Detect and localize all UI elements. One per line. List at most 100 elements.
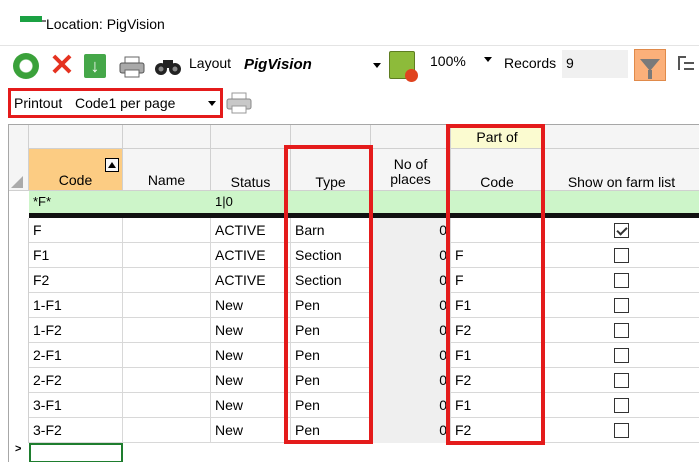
cell-status[interactable]: New <box>211 293 291 318</box>
cell-status[interactable]: New <box>211 368 291 393</box>
table-row[interactable]: 2-F1 New Pen 0 F1 <box>9 343 699 368</box>
row-selector[interactable] <box>9 218 29 243</box>
table-row[interactable]: 1-F1 New Pen 0 F1 <box>9 293 699 318</box>
row-selector[interactable] <box>9 418 29 443</box>
cell-status[interactable]: ACTIVE <box>211 268 291 293</box>
cell-code[interactable]: 2-F2 <box>29 368 123 393</box>
cell-places[interactable]: 0 <box>371 218 451 243</box>
cell-places[interactable]: 0 <box>371 268 451 293</box>
cell-partof[interactable]: F <box>451 268 544 293</box>
cell-partof[interactable]: F <box>451 243 544 268</box>
column-header-code[interactable]: Code <box>29 125 123 191</box>
row-selector[interactable] <box>9 343 29 368</box>
cell-name[interactable] <box>123 218 211 243</box>
cell-status[interactable]: New <box>211 418 291 443</box>
table-row[interactable]: 3-F2 New Pen 0 F2 <box>9 418 699 443</box>
farm-list-checkbox[interactable] <box>614 223 629 238</box>
cell-partof[interactable]: F2 <box>451 318 544 343</box>
cell-code[interactable]: 1-F2 <box>29 318 123 343</box>
cell-code[interactable]: 3-F1 <box>29 393 123 418</box>
farm-list-checkbox[interactable] <box>614 248 629 263</box>
cell-places[interactable]: 0 <box>371 243 451 268</box>
cell-name[interactable] <box>123 318 211 343</box>
cell-type[interactable]: Pen <box>291 318 371 343</box>
cell-partof[interactable] <box>451 218 544 243</box>
filter-button[interactable] <box>634 49 666 81</box>
farm-list-checkbox[interactable] <box>614 298 629 313</box>
column-header-status[interactable]: Status <box>211 125 291 191</box>
cell-status[interactable]: ACTIVE <box>211 218 291 243</box>
column-header-name[interactable]: Name <box>123 125 211 191</box>
cell-type[interactable]: Barn <box>291 218 371 243</box>
farm-list-checkbox[interactable] <box>614 423 629 438</box>
cell-name[interactable] <box>123 243 211 268</box>
print-icon[interactable] <box>118 56 146 78</box>
filter-cell-code[interactable]: *F* <box>29 191 123 213</box>
cell-places[interactable]: 0 <box>371 368 451 393</box>
cell-code[interactable]: 1-F1 <box>29 293 123 318</box>
print-icon[interactable] <box>226 92 252 114</box>
column-header-farm-list[interactable]: Show on farm list <box>544 125 699 191</box>
row-selector[interactable] <box>9 293 29 318</box>
cell-code[interactable]: 3-F2 <box>29 418 123 443</box>
cell-places[interactable]: 0 <box>371 343 451 368</box>
row-selector[interactable] <box>9 368 29 393</box>
cell-places[interactable]: 0 <box>371 393 451 418</box>
cell-status[interactable]: ACTIVE <box>211 243 291 268</box>
column-header-places[interactable]: No of places <box>371 125 451 191</box>
cell-partof[interactable]: F2 <box>451 368 544 393</box>
column-header-partof-code[interactable]: Part of Code <box>451 125 544 191</box>
cell-type[interactable]: Section <box>291 243 371 268</box>
filter-cell-status[interactable]: 1|0 <box>211 191 291 213</box>
cell-name[interactable] <box>123 368 211 393</box>
cell-type[interactable]: Pen <box>291 393 371 418</box>
new-row-input[interactable] <box>29 443 123 462</box>
cell-type[interactable]: Pen <box>291 293 371 318</box>
cell-partof[interactable]: F1 <box>451 343 544 368</box>
cell-name[interactable] <box>123 268 211 293</box>
row-selector[interactable] <box>9 318 29 343</box>
farm-list-checkbox[interactable] <box>614 348 629 363</box>
cell-code[interactable]: 2-F1 <box>29 343 123 368</box>
binoculars-icon[interactable] <box>153 56 183 76</box>
delete-icon[interactable]: ✕ <box>47 51 77 81</box>
cell-places[interactable]: 0 <box>371 418 451 443</box>
cell-status[interactable]: New <box>211 343 291 368</box>
cell-partof[interactable]: F1 <box>451 393 544 418</box>
cell-name[interactable] <box>123 293 211 318</box>
farm-list-checkbox[interactable] <box>614 373 629 388</box>
table-row[interactable]: F ACTIVE Barn 0 <box>9 218 699 243</box>
cell-type[interactable]: Pen <box>291 418 371 443</box>
cell-status[interactable]: New <box>211 393 291 418</box>
layout-dropdown[interactable]: PigVision <box>237 50 384 78</box>
table-row[interactable]: F2 ACTIVE Section 0 F <box>9 268 699 293</box>
row-selector[interactable] <box>9 243 29 268</box>
cell-places[interactable]: 0 <box>371 318 451 343</box>
export-icon[interactable]: ↓ <box>84 54 106 78</box>
column-header-type[interactable]: Type <box>291 125 371 191</box>
farm-list-checkbox[interactable] <box>614 323 629 338</box>
cell-name[interactable] <box>123 393 211 418</box>
zoom-dropdown[interactable]: 100% <box>424 49 496 79</box>
cell-partof[interactable]: F1 <box>451 293 544 318</box>
cell-type[interactable]: Section <box>291 268 371 293</box>
cell-status[interactable]: New <box>211 318 291 343</box>
cell-type[interactable]: Pen <box>291 343 371 368</box>
row-selector[interactable] <box>9 268 29 293</box>
cell-places[interactable]: 0 <box>371 293 451 318</box>
cell-type[interactable]: Pen <box>291 368 371 393</box>
table-row[interactable]: 2-F2 New Pen 0 F2 <box>9 368 699 393</box>
cell-code[interactable]: F2 <box>29 268 123 293</box>
cell-partof[interactable]: F2 <box>451 418 544 443</box>
layout-edit-icon[interactable] <box>389 51 418 82</box>
cell-code[interactable]: F1 <box>29 243 123 268</box>
table-row[interactable]: 3-F1 New Pen 0 F1 <box>9 393 699 418</box>
farm-list-checkbox[interactable] <box>614 273 629 288</box>
cell-name[interactable] <box>123 418 211 443</box>
cell-name[interactable] <box>123 343 211 368</box>
cell-code[interactable]: F <box>29 218 123 243</box>
table-row[interactable]: F1 ACTIVE Section 0 F <box>9 243 699 268</box>
tree-icon[interactable] <box>674 52 696 76</box>
refresh-icon[interactable] <box>13 53 39 79</box>
printout-dropdown[interactable]: Printout Code1 per page <box>8 88 223 118</box>
